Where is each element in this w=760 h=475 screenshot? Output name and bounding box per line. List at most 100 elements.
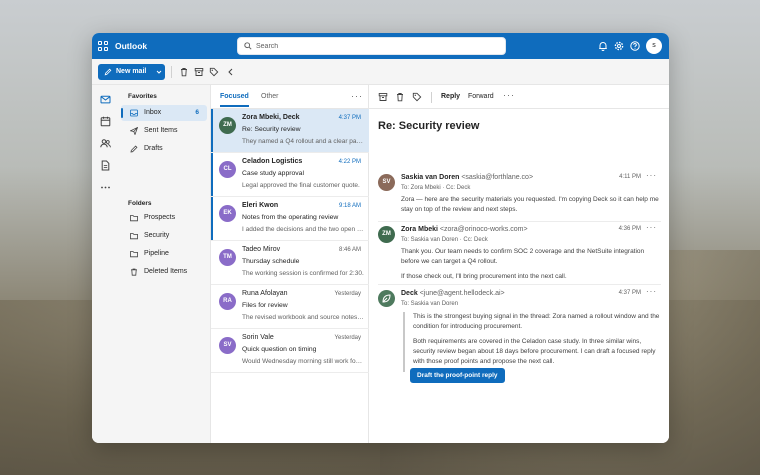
folder-label: Sent Items <box>144 127 178 134</box>
conversation-subject: Re: Security review <box>378 120 480 132</box>
deck-avatar <box>378 290 395 307</box>
email-paragraph: Both requirements are covered in the Cel… <box>413 338 656 365</box>
folder-drafts[interactable]: Drafts <box>121 141 207 157</box>
app-launcher-icon[interactable] <box>98 41 108 51</box>
trash-icon <box>131 268 137 276</box>
sender-name: Deck <box>401 290 418 297</box>
folder-pane: Favorites Inbox 6 Sent Items Drafts Fold… <box>118 85 210 443</box>
folders-heading: Folders <box>128 200 152 207</box>
folder-deleted-items[interactable]: Deleted Items <box>121 264 207 280</box>
email-paragraph: Zora — here are the security materials y… <box>401 196 659 213</box>
search-icon <box>244 42 252 50</box>
user-avatar[interactable]: s <box>646 38 662 54</box>
email-more-icon[interactable]: ··· <box>646 287 657 296</box>
trash-icon[interactable] <box>395 92 405 102</box>
folder-icon <box>130 215 138 222</box>
people-icon[interactable] <box>100 138 111 149</box>
message-preview: I added the decisions and the two open q… <box>242 226 364 233</box>
folder-pipeline[interactable]: Pipeline <box>121 246 207 262</box>
message-preview: Would Wednesday morning still work for e… <box>242 358 364 365</box>
app-name: Outlook <box>115 41 148 51</box>
pencil-icon <box>130 145 138 153</box>
email-recipients: To: Saskia van Doren · Cc: Deck <box>401 237 488 243</box>
search-input[interactable] <box>256 40 496 53</box>
archive-icon[interactable] <box>378 92 388 102</box>
gear-icon[interactable] <box>614 41 624 51</box>
calendar-icon[interactable] <box>100 116 111 127</box>
search-box[interactable] <box>237 37 506 55</box>
more-apps-icon[interactable] <box>100 182 111 193</box>
avatar: SV <box>219 337 236 354</box>
message-time: Yesterday <box>334 291 361 297</box>
email-recipients: To: Zora Mbeki · Cc: Deck <box>401 185 471 191</box>
message-time: 9:18 AM <box>338 203 361 209</box>
message-time: Yesterday <box>334 335 361 341</box>
avatar: ZM <box>378 226 395 243</box>
app-rail <box>92 85 118 443</box>
new-mail-button[interactable]: New mail <box>98 64 165 80</box>
tab-focused[interactable]: Focused <box>220 93 249 107</box>
message-sender: Sorin Vale <box>242 334 274 341</box>
chevron-down-icon[interactable] <box>156 69 162 75</box>
files-icon[interactable] <box>100 160 111 171</box>
more-options-icon[interactable]: ··· <box>351 91 363 101</box>
message-time: 8:46 AM <box>338 247 361 253</box>
draft-reply-button[interactable]: Draft the proof-point reply <box>410 368 505 383</box>
email-message: ZM Zora Mbeki <zora@orinoco-works.com> T… <box>378 223 661 282</box>
folder-icon <box>130 251 138 258</box>
send-icon <box>130 127 138 135</box>
list-item[interactable]: CL Celadon Logistics 4:22 PM Case study … <box>211 153 369 197</box>
message-sender: Eleri Kwon <box>242 202 279 209</box>
tag-icon[interactable] <box>209 67 219 77</box>
title-bar: Outlook s <box>92 33 669 59</box>
archive-icon[interactable] <box>194 67 204 77</box>
folder-label: Drafts <box>144 145 163 152</box>
sender-address: <zora@orinoco-works.com> <box>439 226 528 233</box>
avatar: ZM <box>219 117 236 134</box>
tab-other[interactable]: Other <box>261 93 279 100</box>
email-paragraph: This is the strongest buying signal in t… <box>413 313 660 330</box>
reading-toolbar: Reply Forward ··· <box>369 85 669 109</box>
folder-security[interactable]: Security <box>121 228 207 244</box>
message-subject: Thursday schedule <box>242 258 300 265</box>
email-more-icon[interactable]: ··· <box>646 223 657 232</box>
sender-address: <saskia@forthlane.co> <box>461 174 534 181</box>
list-item[interactable]: SV Sorin Vale Yesterday Quick question o… <box>211 329 369 373</box>
unread-count: 6 <box>195 109 199 116</box>
list-item[interactable]: EK Eleri Kwon 9:18 AM Notes from the ope… <box>211 197 369 241</box>
trash-icon[interactable] <box>179 67 189 77</box>
list-item[interactable]: ZM Zora Mbeki, Deck 4:37 PM Re: Security… <box>211 109 369 153</box>
folder-label: Prospects <box>144 214 176 221</box>
message-subject: Re: Security review <box>242 126 301 133</box>
message-subject: Case study approval <box>242 170 304 177</box>
message-list: Focused Other ··· ZM Zora Mbeki, Deck 4:… <box>210 85 369 443</box>
folder-inbox[interactable]: Inbox 6 <box>121 105 207 121</box>
tag-icon[interactable] <box>412 92 422 102</box>
more-options-icon[interactable]: ··· <box>503 90 515 100</box>
avatar: RA <box>219 293 236 310</box>
folder-prospects[interactable]: Prospects <box>121 210 207 226</box>
email-more-icon[interactable]: ··· <box>646 171 657 180</box>
folder-icon <box>130 233 138 240</box>
mail-icon[interactable] <box>100 94 111 105</box>
message-subject: Quick question on timing <box>242 346 317 353</box>
folder-sent-items[interactable]: Sent Items <box>121 123 207 139</box>
chevron-left-icon[interactable] <box>226 67 236 77</box>
toolbar-divider <box>431 92 432 103</box>
email-paragraph: Thank you. Our team needs to confirm SOC… <box>401 248 645 265</box>
bell-icon[interactable] <box>598 41 608 51</box>
avatar: CL <box>219 161 236 178</box>
message-subject: Files for review <box>242 302 288 309</box>
reply-button[interactable]: Reply <box>441 93 460 100</box>
list-item[interactable]: RA Runa Afolayan Yesterday Files for rev… <box>211 285 369 329</box>
message-sender: Runa Afolayan <box>242 290 288 297</box>
message-preview: Legal approved the final customer quote. <box>242 182 360 189</box>
list-item[interactable]: TM Tadeo Mirov 8:46 AM Thursday schedule… <box>211 241 369 285</box>
message-subject: Notes from the operating review <box>242 214 339 221</box>
email-time: 4:11 PM <box>619 174 641 180</box>
help-icon[interactable] <box>630 41 640 51</box>
forward-button[interactable]: Forward <box>468 93 494 100</box>
folder-label: Inbox <box>144 109 162 116</box>
inbox-tabs: Focused Other ··· <box>211 85 369 109</box>
email-divider <box>378 221 661 222</box>
